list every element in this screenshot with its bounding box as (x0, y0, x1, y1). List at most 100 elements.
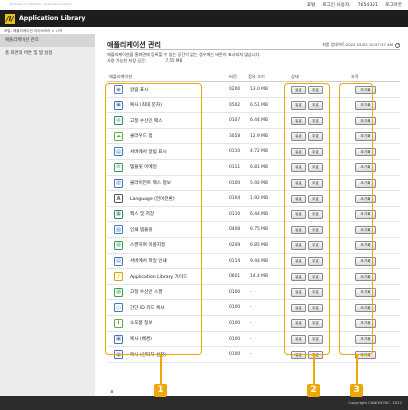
app-name[interactable]: 고정 수신인 팩스 (130, 118, 163, 124)
app-size: - (250, 305, 252, 311)
table-row: ✉ 템플릿 이메일 0111 6.81 MB 유효 무효 초기화 (107, 160, 400, 176)
stop-button[interactable]: 무효 (308, 101, 323, 110)
start-button[interactable]: 유효 (291, 225, 306, 235)
stop-button[interactable]: 무효 (308, 241, 323, 250)
app-name[interactable]: 고정 수신인 스캔 (130, 289, 163, 295)
app-title: Application Library (19, 15, 86, 22)
sidebar-item-app-management[interactable]: 애플리케이션 관리 (0, 34, 95, 47)
reset-button[interactable]: 초기화 (355, 303, 376, 313)
stop-button[interactable]: 무효 (308, 257, 323, 266)
start-button[interactable]: 유효 (291, 319, 306, 328)
stop-button[interactable]: 무효 (308, 179, 323, 188)
start-button[interactable]: 유효 (291, 116, 306, 126)
app-name[interactable]: 팩스 및 저장 (130, 211, 154, 217)
server-icon: ▤ (114, 147, 123, 157)
app-name[interactable]: 서버에서 알림 표시 (130, 149, 167, 155)
stop-button[interactable]: 무효 (308, 163, 323, 172)
start-button[interactable]: 유효 (291, 335, 306, 344)
start-button[interactable]: 유효 (291, 241, 306, 250)
app-name[interactable]: 서버에서 파일 인쇄 (130, 258, 167, 264)
app-version: 0107 (229, 118, 241, 124)
stop-button[interactable]: 무효 (308, 319, 323, 328)
guide-icon: / (114, 272, 123, 282)
stop-button[interactable]: 무효 (308, 147, 323, 157)
start-button[interactable]: 유효 (291, 272, 306, 282)
reset-button[interactable]: 초기화 (355, 272, 376, 282)
stop-button[interactable]: 무효 (308, 194, 323, 204)
app-name[interactable]: Language (언어전환) (130, 196, 175, 202)
app-name[interactable]: 복사 (최대 문자) (130, 102, 162, 108)
reset-button[interactable]: 초기화 (355, 210, 376, 219)
app-size: - (250, 320, 252, 326)
reset-button[interactable]: 초기화 (355, 101, 376, 110)
app-version: 3058 (229, 133, 241, 139)
start-button[interactable]: 유효 (291, 303, 306, 313)
reset-button[interactable]: 초기화 (355, 319, 376, 328)
stop-button[interactable]: 무효 (308, 335, 323, 344)
start-button[interactable]: 유효 (291, 147, 306, 157)
app-name[interactable]: 스캔하여 이름지정 (130, 242, 165, 248)
callout-badge-2: 2 (307, 384, 320, 397)
callout-badge-1: 1 (154, 384, 167, 397)
stop-button[interactable]: 무효 (308, 350, 323, 360)
app-size: 12.9 MB (250, 133, 268, 139)
reset-button[interactable]: 초기화 (355, 85, 376, 94)
app-version: 0200 (229, 87, 241, 92)
reset-button[interactable]: 초기화 (355, 194, 376, 204)
stop-button[interactable]: 무효 (308, 225, 323, 235)
app-size: 4.72 MB (250, 149, 268, 155)
copy-bg-icon: ▣ (114, 334, 123, 344)
reset-button[interactable]: 초기화 (355, 147, 376, 157)
start-button[interactable]: 유효 (291, 257, 306, 266)
stop-button[interactable]: 무효 (308, 85, 323, 94)
app-version: 0601 (229, 274, 241, 280)
app-size: 6.85 MB (250, 242, 268, 248)
stop-button[interactable]: 무효 (308, 210, 323, 219)
start-button[interactable]: 유효 (291, 132, 306, 141)
start-button[interactable]: 유효 (291, 101, 306, 110)
stop-button[interactable]: 무효 (308, 132, 323, 141)
reset-button[interactable]: 초기화 (355, 116, 376, 126)
stop-button[interactable]: 무효 (308, 288, 323, 297)
cloud-icon: ☁ (114, 131, 123, 141)
table-row: ▣ 복사 (배경) 0100 - 유효 무효 초기화 (107, 332, 400, 348)
app-name[interactable]: 인쇄 템플릿 (130, 227, 153, 233)
start-button[interactable]: 유효 (291, 350, 306, 360)
reset-button[interactable]: 초기화 (355, 241, 376, 250)
start-button[interactable]: 유효 (291, 85, 306, 94)
reset-button[interactable]: 초기화 (355, 163, 376, 172)
info-icon: i (114, 318, 123, 328)
reset-button[interactable]: 초기화 (355, 335, 376, 344)
start-button[interactable]: 유효 (291, 288, 306, 297)
app-version: 0110 (229, 211, 241, 217)
start-button[interactable]: 유효 (291, 163, 306, 172)
stop-button[interactable]: 무효 (308, 303, 323, 313)
reset-button[interactable]: 초기화 (355, 225, 376, 235)
app-name[interactable]: 클라이언트 팩스 정보 (130, 180, 171, 186)
stop-button[interactable]: 무효 (308, 272, 323, 282)
app-name[interactable]: 템플릿 이메일 (130, 164, 157, 170)
reset-button[interactable]: 초기화 (355, 257, 376, 266)
app-name[interactable]: 소모품 정보 (130, 320, 153, 326)
reset-button[interactable]: 초기화 (355, 288, 376, 297)
app-name[interactable]: Application Library 가이드 (130, 274, 187, 280)
app-name[interactable]: 복사 (배경) (130, 336, 152, 342)
app-name[interactable]: 알림 표시 (130, 87, 148, 93)
start-button[interactable]: 유효 (291, 194, 306, 204)
app-version: 0111 (229, 164, 241, 170)
app-name[interactable]: 간단 ID 카드 복사 (130, 305, 165, 311)
start-button[interactable]: 유효 (291, 210, 306, 219)
app-version: 0502 (229, 102, 241, 108)
refresh-icon[interactable] (395, 42, 400, 48)
fax-client-icon: ▥ (114, 178, 123, 188)
reset-button[interactable]: 초기화 (355, 179, 376, 188)
reset-button[interactable]: 초기화 (355, 350, 376, 360)
logout-link[interactable]: 로그아웃 (385, 2, 402, 8)
portal-link[interactable]: 포털 (307, 2, 315, 8)
start-button[interactable]: 유효 (291, 179, 306, 188)
fax-icon: ✉ (114, 116, 123, 126)
app-name[interactable]: 클라우드 접 (130, 133, 153, 139)
stop-button[interactable]: 무효 (308, 116, 323, 126)
reset-button[interactable]: 초기화 (355, 132, 376, 141)
sidebar-item-home-button-settings[interactable]: 홈 화면의 버튼 및 탭 설정 (0, 47, 95, 60)
